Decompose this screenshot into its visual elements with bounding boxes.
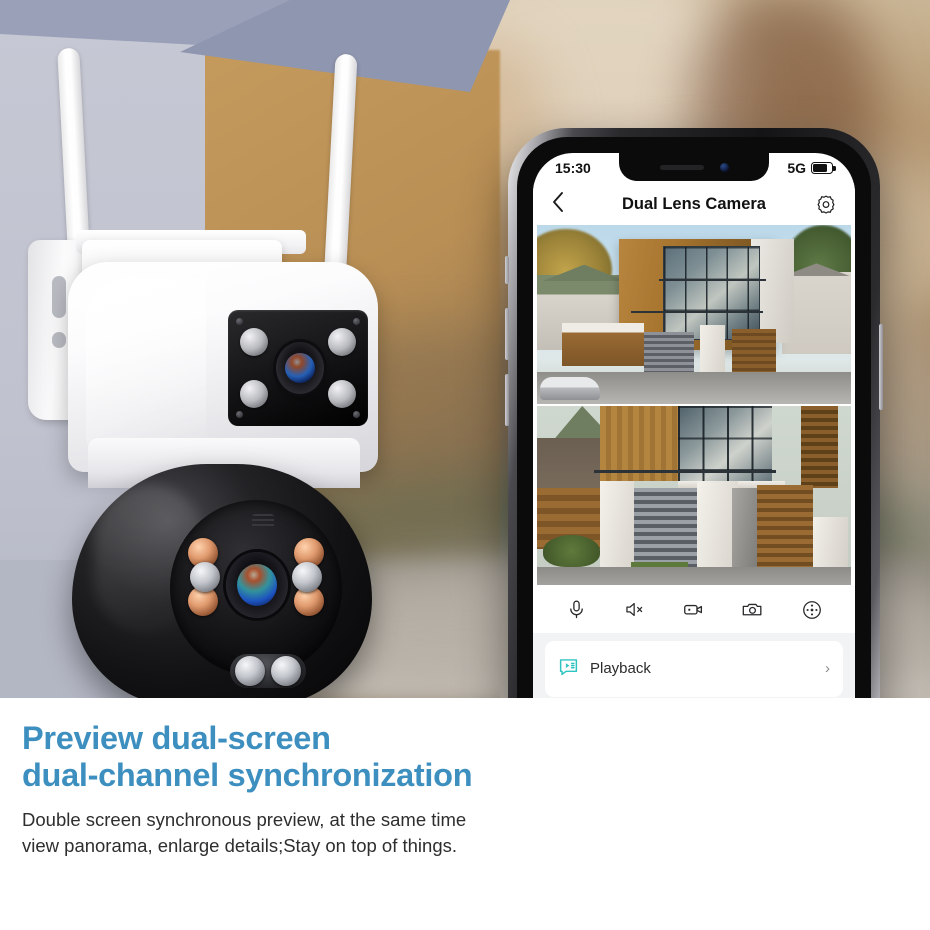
wood-fence	[756, 484, 814, 568]
volume-down-button[interactable]	[505, 374, 509, 426]
entrance-gate	[634, 488, 704, 568]
white-led	[235, 656, 265, 686]
power-button[interactable]	[879, 324, 883, 410]
ir-led	[328, 380, 356, 408]
headline-line-1: Preview dual-screen	[22, 720, 331, 756]
page-title: Dual Lens Camera	[622, 194, 766, 213]
shrub	[543, 534, 600, 568]
garage-door	[562, 323, 644, 367]
battery-icon	[811, 162, 836, 174]
balcony-railing	[593, 470, 776, 473]
wide-angle-live-view[interactable]	[537, 225, 851, 404]
smartphone-mockup: 15:30 5G Dual Lens Camera Playback ›	[505, 128, 883, 698]
phone-bezel: 15:30 5G Dual Lens Camera Playback ›	[517, 137, 871, 698]
upper-camera-lens	[276, 342, 324, 394]
white-led	[292, 562, 322, 592]
hero-product-banner: 15:30 5G Dual Lens Camera Playback ›	[0, 0, 930, 698]
entry-pillar	[599, 481, 635, 568]
camera-snapshot-icon[interactable]	[734, 591, 772, 629]
screw-icon	[236, 411, 243, 418]
playback-icon	[558, 656, 579, 682]
video-frame-zoom	[537, 405, 851, 585]
screw-icon	[353, 411, 360, 418]
security-camera-product	[10, 40, 410, 698]
chevron-right-icon: ›	[825, 660, 830, 678]
headline: Preview dual-screen dual-channel synchro…	[22, 720, 498, 794]
network-label: 5G	[787, 160, 806, 176]
white-led	[271, 656, 301, 686]
headline-line-2: dual-channel synchronization	[22, 757, 473, 794]
marketing-text-block: Preview dual-screen dual-channel synchro…	[0, 698, 520, 860]
body-copy: Double screen synchronous preview, at th…	[22, 809, 467, 857]
floodlight-led-bar	[230, 654, 306, 688]
ir-led	[328, 328, 356, 356]
volume-up-button[interactable]	[505, 308, 509, 360]
video-frame-wide	[537, 225, 851, 404]
wood-screen	[800, 405, 839, 489]
parked-car	[540, 377, 600, 401]
chevron-left-icon[interactable]	[551, 191, 577, 217]
microphone-port	[252, 514, 274, 528]
status-time: 15:30	[555, 160, 591, 176]
status-right-cluster: 5G	[787, 160, 836, 176]
front-door	[731, 488, 757, 568]
ir-led	[240, 380, 268, 408]
live-view-container	[533, 225, 855, 585]
balcony-railing	[631, 310, 764, 313]
ptz-direction-icon[interactable]	[793, 591, 831, 629]
speaker-mute-icon[interactable]	[616, 591, 654, 629]
gear-icon[interactable]	[815, 193, 837, 215]
screw-icon	[353, 318, 360, 325]
wood-fence	[731, 328, 776, 376]
status-bar: 15:30 5G	[533, 153, 855, 183]
white-led	[190, 562, 220, 592]
camera-control-bar	[533, 586, 855, 633]
battery-fill	[813, 164, 827, 172]
screw-icon	[236, 318, 243, 325]
entrance-gate	[643, 332, 694, 376]
balcony-railing	[659, 278, 767, 281]
mute-switch-button[interactable]	[505, 256, 509, 284]
app-nav-bar: Dual Lens Camera	[533, 183, 855, 225]
menu-item-playback[interactable]: Playback ›	[545, 640, 843, 697]
phone-screen: 15:30 5G Dual Lens Camera Playback ›	[533, 153, 855, 698]
microphone-icon[interactable]	[557, 591, 595, 629]
feature-menu-list: Playback ›	[533, 632, 855, 698]
bracket-hole	[52, 332, 66, 348]
bracket-slot	[52, 276, 66, 318]
ptz-ball	[170, 500, 342, 688]
menu-item-label: Playback	[590, 660, 651, 678]
upper-lens-plate	[228, 310, 368, 426]
ptz-camera-lens	[226, 552, 288, 618]
ptz-dome-housing	[72, 464, 372, 698]
planter-box	[813, 516, 848, 568]
driveway	[537, 567, 851, 585]
ir-led	[240, 328, 268, 356]
house-glass-facade	[678, 405, 773, 485]
head-highlight	[86, 278, 206, 448]
zoom-detail-live-view[interactable]	[537, 405, 851, 585]
video-record-icon[interactable]	[675, 591, 713, 629]
